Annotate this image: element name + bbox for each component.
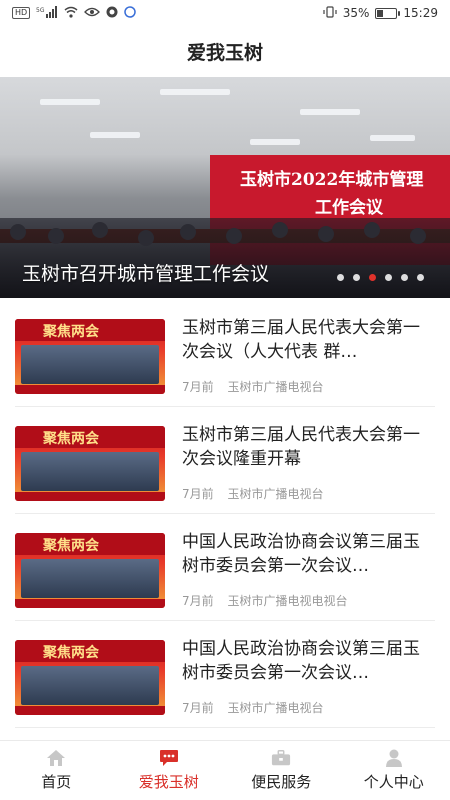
ceiling-light <box>250 139 300 145</box>
status-time: 15:29 <box>403 6 438 20</box>
carousel-dot[interactable] <box>337 274 344 281</box>
news-time: 7月前 <box>182 701 214 715</box>
person <box>318 226 334 242</box>
carousel-dot[interactable] <box>385 274 392 281</box>
news-meta: 7月前 玉树市广播电视台 <box>182 485 333 502</box>
news-source: 玉树市广播电视电视台 <box>227 594 348 608</box>
thumb-footer <box>15 599 165 608</box>
news-meta: 7月前 玉树市广播电视台 <box>182 378 333 395</box>
app-header: 爱我玉树 <box>0 26 450 76</box>
battery-percent: 35% <box>342 6 370 20</box>
news-time: 7月前 <box>182 380 214 394</box>
signal-icon: 5G <box>36 5 58 21</box>
tab-home[interactable]: 首页 <box>0 741 113 800</box>
home-icon <box>46 749 66 767</box>
backdrop-text-line1: 玉树市2022年城市管理 <box>240 170 424 190</box>
thumb-photo <box>21 666 159 705</box>
carousel-dot[interactable] <box>353 274 360 281</box>
tab-love-yushu[interactable]: 爱我玉树 <box>113 741 226 800</box>
tab-label: 便民服务 <box>251 773 312 791</box>
list-item[interactable]: 聚焦两会 玉树市第三届人民代表大会第一次会议（人大代表 群… 7月前 玉树市广播… <box>15 300 435 407</box>
news-thumbnail: 聚焦两会 <box>15 426 165 501</box>
list-item[interactable]: 聚焦两会 中国人民政治协商会议第三届玉树市委员会第一次会议… 7月前 玉树市广播… <box>15 621 435 728</box>
thumb-footer <box>15 706 165 715</box>
person <box>48 228 64 244</box>
ceiling-light <box>370 135 415 141</box>
status-right: 35% 15:29 <box>323 5 438 21</box>
tab-services[interactable]: 便民服务 <box>225 741 338 800</box>
eye-icon <box>84 6 101 20</box>
person <box>226 228 242 244</box>
svg-text:5G: 5G <box>36 7 45 14</box>
vibrate-icon <box>323 5 337 21</box>
person-icon <box>384 749 404 767</box>
bottom-tab-bar: 首页 爱我玉树 便民服务 个人中心 <box>0 740 450 800</box>
person <box>180 224 196 240</box>
list-item[interactable]: 聚焦两会 玉树市第三届人民代表大会第一次会议隆重开幕 7月前 玉树市广播电视台 <box>15 407 435 514</box>
hd-badge: HD <box>12 7 31 19</box>
news-title: 玉树市第三届人民代表大会第一次会议隆重开幕 <box>182 425 420 469</box>
news-thumbnail: 聚焦两会 <box>15 640 165 715</box>
tab-label: 爱我玉树 <box>138 773 199 791</box>
person <box>272 222 288 238</box>
tab-profile[interactable]: 个人中心 <box>338 741 450 800</box>
person <box>92 222 108 238</box>
page-title: 爱我玉树 <box>186 41 263 64</box>
thumb-title: 聚焦两会 <box>43 431 99 447</box>
banner-caption: 玉树市召开城市管理工作会议 <box>22 263 270 285</box>
battery-fill <box>377 9 384 17</box>
news-list: 聚焦两会 玉树市第三届人民代表大会第一次会议（人大代表 群… 7月前 玉树市广播… <box>0 300 450 728</box>
person <box>138 230 154 246</box>
status-left: HD 5G <box>12 5 136 21</box>
news-title: 中国人民政治协商会议第三届玉树市委员会第一次会议… <box>182 639 420 683</box>
news-source: 玉树市广播电视台 <box>227 380 324 394</box>
thumb-footer <box>15 385 165 394</box>
thumb-footer <box>15 492 165 501</box>
ceiling-light <box>90 132 140 138</box>
person <box>364 222 380 238</box>
thumb-title: 聚焦两会 <box>43 324 99 340</box>
status-bar: HD 5G 35% 15:29 <box>0 0 450 26</box>
news-title: 中国人民政治协商会议第三届玉树市委员会第一次会议… <box>182 532 420 576</box>
thumb-title: 聚焦两会 <box>43 538 99 554</box>
wifi-icon <box>64 6 78 21</box>
news-thumbnail: 聚焦两会 <box>15 319 165 394</box>
notification-app-icon-2 <box>124 5 136 21</box>
ceiling-light <box>300 109 360 115</box>
tab-label: 个人中心 <box>363 773 424 791</box>
news-meta: 7月前 玉树市广播电视台 <box>182 699 333 716</box>
battery-icon <box>375 7 401 19</box>
briefcase-icon <box>271 749 291 767</box>
thumb-photo <box>21 559 159 598</box>
news-source: 玉树市广播电视台 <box>227 701 324 715</box>
backdrop-text-line2: 工作会议 <box>315 198 383 218</box>
news-time: 7月前 <box>182 594 214 608</box>
ceiling-light <box>40 99 100 105</box>
news-thumbnail: 聚焦两会 <box>15 533 165 608</box>
thumb-title: 聚焦两会 <box>43 645 99 661</box>
carousel-dot[interactable] <box>417 274 424 281</box>
tab-label: 首页 <box>41 773 72 791</box>
carousel-indicator <box>337 274 424 281</box>
audience <box>0 218 450 298</box>
chat-icon <box>159 749 179 767</box>
news-meta: 7月前 玉树市广播电视电视台 <box>182 592 357 609</box>
news-title: 玉树市第三届人民代表大会第一次会议（人大代表 群… <box>182 318 420 362</box>
thumb-photo <box>21 452 159 491</box>
carousel-dot[interactable] <box>369 274 376 281</box>
banner-carousel[interactable]: 玉树市2022年城市管理 工作会议 玉树市召开城市管理工作会议 <box>0 77 450 298</box>
thumb-photo <box>21 345 159 384</box>
news-source: 玉树市广播电视台 <box>227 487 324 501</box>
list-item[interactable]: 聚焦两会 中国人民政治协商会议第三届玉树市委员会第一次会议… 7月前 玉树市广播… <box>15 514 435 621</box>
notification-app-icon <box>106 6 118 21</box>
carousel-dot[interactable] <box>401 274 408 281</box>
ceiling-light <box>160 89 230 95</box>
person <box>410 228 426 244</box>
person <box>10 224 26 240</box>
news-time: 7月前 <box>182 487 214 501</box>
